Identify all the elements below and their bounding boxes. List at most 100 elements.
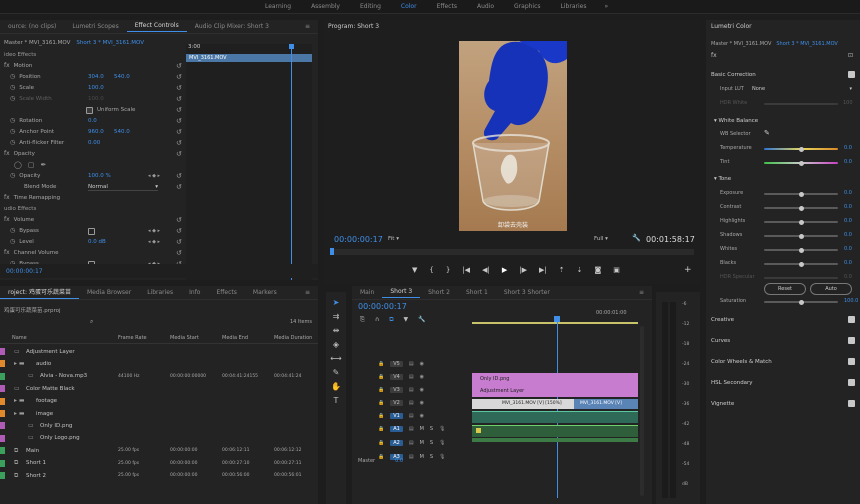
label-color-swatch[interactable]: [0, 372, 5, 380]
track-name[interactable]: V5: [390, 361, 403, 367]
effect-value-2[interactable]: 540.0: [114, 129, 130, 135]
fx-icon[interactable]: fx: [4, 195, 10, 201]
reset-icon[interactable]: ↺: [176, 249, 182, 257]
lumetri-title[interactable]: Lumetri Color: [711, 23, 752, 30]
eyedropper-icon[interactable]: ✎: [764, 129, 770, 137]
fx-icon[interactable]: fx: [4, 250, 10, 256]
timeline-tab-1[interactable]: Short 3: [382, 288, 421, 298]
stopwatch-icon[interactable]: ◷: [10, 96, 15, 102]
solo-button[interactable]: S: [430, 426, 433, 432]
project-tab-5[interactable]: Markers: [245, 289, 285, 296]
effect-row-blend[interactable]: Blend Mode Normal ▾ ↺: [0, 182, 186, 192]
lumetri-fx-badge[interactable]: fx: [711, 52, 717, 59]
stopwatch-icon[interactable]: ◷: [10, 173, 15, 179]
shadows-knob[interactable]: [799, 233, 804, 239]
step-forward-icon[interactable]: |▶: [519, 266, 527, 274]
microphone-icon[interactable]: 🎙: [439, 440, 445, 446]
whites-slider[interactable]: [764, 247, 838, 253]
effect-row-opacity[interactable]: ◷ Opacity 100.0 % ◂ ◆ ▸ ↺: [0, 171, 186, 181]
timeline-tab-4[interactable]: Short 3 Shorter: [496, 289, 558, 296]
reset-icon[interactable]: ↺: [176, 106, 182, 114]
basic-correction-checkbox[interactable]: [848, 71, 855, 78]
section-vignette[interactable]: Vignette: [711, 401, 734, 407]
program-timecode[interactable]: 00:00:00:17: [334, 235, 383, 244]
pen-mask-icon[interactable]: ✒: [40, 161, 46, 169]
saturation-value[interactable]: 100.0: [844, 298, 858, 304]
temperature-slider[interactable]: [764, 146, 838, 152]
reset-icon[interactable]: ↺: [176, 62, 182, 70]
project-column-0[interactable]: Name: [12, 335, 27, 341]
exposure-value[interactable]: 0.0: [844, 190, 852, 196]
effect-row-level[interactable]: ◷ Level 0.0 dB ◂ ◆ ▸ ↺: [0, 237, 186, 247]
effect-row-channel-volume[interactable]: fx Channel Volume ↺: [0, 248, 186, 258]
timeline-tab-3[interactable]: Short 1: [458, 289, 496, 296]
contrast-knob[interactable]: [799, 205, 804, 211]
audio-clip-a1[interactable]: [472, 411, 638, 423]
stopwatch-icon[interactable]: ◷: [10, 140, 15, 146]
project-tab-4[interactable]: Effects: [208, 289, 244, 296]
project-panel-menu-icon[interactable]: ≡: [297, 289, 318, 296]
workspace-tab-assembly[interactable]: Assembly: [301, 3, 350, 10]
track-header-v4[interactable]: 🔒 V4 ▤ ◉: [352, 371, 424, 383]
track-name[interactable]: V3: [390, 387, 403, 393]
basic-correction-header[interactable]: Basic Correction: [711, 72, 756, 78]
clip-mvi-b[interactable]: MVI_3161.MOV [V]: [574, 399, 638, 409]
stopwatch-icon[interactable]: ◷: [10, 85, 15, 91]
mute-button[interactable]: M: [420, 440, 424, 446]
track-header-v5[interactable]: 🔒 V5 ▤ ◉: [352, 358, 424, 370]
settings-wrench-icon[interactable]: 🔧: [418, 316, 425, 324]
highlights-knob[interactable]: [799, 219, 804, 225]
blacks-value[interactable]: 0.0: [844, 260, 852, 266]
reset-icon[interactable]: ↺: [176, 128, 182, 136]
auto-button[interactable]: Auto: [810, 283, 852, 295]
selection-tool-icon[interactable]: ➤: [330, 296, 342, 308]
effect-tab-1[interactable]: Lumetri Scopes: [64, 23, 126, 30]
project-list-item[interactable]: ▸ ▬ audio: [0, 358, 318, 369]
effect-tab-2[interactable]: Effect Controls: [126, 22, 187, 32]
section-creative[interactable]: Creative: [711, 317, 734, 323]
project-column-2[interactable]: Media Start: [170, 335, 199, 341]
project-list-item[interactable]: ⧉ Short 1 25.00 fps 00:00:00:00 00:00:27:10 0…: [0, 458, 318, 469]
project-list-item[interactable]: ⧉ Short 2 25.00 fps 00:00:00:00 00:00:56:00 0…: [0, 470, 318, 481]
go-to-out-icon[interactable]: ▶|: [539, 266, 547, 274]
reset-icon[interactable]: ↺: [176, 150, 182, 158]
label-color-swatch[interactable]: [0, 422, 5, 430]
section-vignette-checkbox[interactable]: [848, 400, 855, 407]
lock-icon[interactable]: 🔒: [378, 400, 384, 406]
step-back-icon[interactable]: ◀|: [482, 266, 490, 274]
blacks-knob[interactable]: [799, 261, 804, 267]
workspace-tab-editing[interactable]: Editing: [350, 3, 391, 10]
hdr-white-slider[interactable]: [764, 103, 838, 105]
track-header-v2[interactable]: 🔒 V2 ▤ ◉: [352, 397, 424, 409]
project-list-item[interactable]: ⧉ Main 25.00 fps 00:00:00:00 00:06:12:11 00:0…: [0, 445, 318, 456]
solo-button[interactable]: S: [430, 440, 433, 446]
eye-icon[interactable]: ◉: [420, 387, 424, 393]
solo-button[interactable]: S: [430, 454, 433, 460]
track-name[interactable]: A2: [390, 440, 403, 446]
uniform-scale-checkbox[interactable]: [86, 106, 93, 114]
temperature-knob[interactable]: [799, 146, 804, 152]
reset-button[interactable]: Reset: [764, 283, 806, 295]
reset-icon[interactable]: ↺: [176, 183, 182, 191]
lumetri-clip-selector[interactable]: Master * MVI_3161.MOV Short 3 * MVI_3161…: [711, 41, 838, 47]
project-column-4[interactable]: Media Duration: [274, 335, 312, 341]
stopwatch-icon[interactable]: ◷: [10, 228, 15, 234]
label-color-swatch[interactable]: [0, 385, 5, 393]
reset-icon[interactable]: ↺: [176, 73, 182, 81]
effect-row-scale[interactable]: ◷ Scale 100.0 ↺: [0, 83, 186, 93]
clip-adjustment-layer[interactable]: Adjustment Layer: [472, 385, 638, 397]
effect-value-1[interactable]: 100.0: [88, 96, 104, 102]
timeline-timecode[interactable]: 00:00:00:17: [358, 302, 407, 311]
label-color-swatch[interactable]: [0, 472, 5, 479]
program-fit-select[interactable]: Fit ▾: [388, 236, 399, 242]
extract-icon[interactable]: ⇣: [577, 266, 583, 274]
temperature-value[interactable]: 0.0: [844, 145, 852, 151]
program-video-frame[interactable]: 卸袋去壳装: [459, 41, 567, 231]
reset-icon[interactable]: ↺: [176, 227, 182, 235]
timeline-panel-menu-icon[interactable]: ≡: [631, 289, 652, 296]
project-tab-0[interactable]: roject: 鸡蛋可乐蔬菜苗: [0, 287, 79, 299]
effect-value-1[interactable]: 0.00: [88, 140, 100, 146]
project-list-item[interactable]: ▭ Only ID.png: [0, 420, 318, 431]
exposure-slider[interactable]: [764, 191, 838, 197]
master-value[interactable]: 0.0: [395, 458, 403, 464]
